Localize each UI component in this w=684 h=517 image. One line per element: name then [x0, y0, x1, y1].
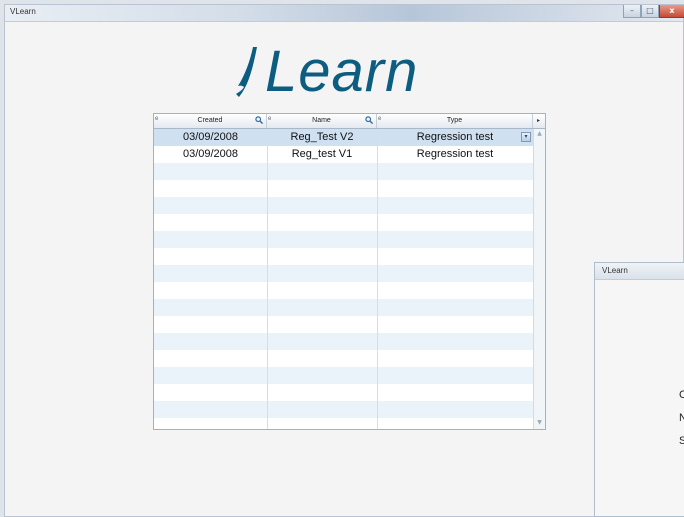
- sort-indicator[interactable]: e: [268, 114, 271, 126]
- empty-row: [154, 180, 534, 197]
- empty-row: [154, 282, 534, 299]
- cell-name: Reg_test V1: [291, 148, 353, 160]
- column-label: Created: [197, 117, 223, 124]
- title-bar[interactable]: VLearn – □ x: [5, 5, 684, 22]
- column-header-name[interactable]: e Name: [267, 114, 377, 128]
- sort-indicator[interactable]: e: [378, 114, 381, 126]
- empty-row: [154, 401, 534, 418]
- vertical-scrollbar[interactable]: ▲ ▼: [533, 129, 545, 429]
- table-body: 03/09/2008 Reg_Test V2 Regression test ▾…: [154, 129, 534, 429]
- table-header: e Created e Name e Type ▸: [154, 114, 545, 129]
- secondary-window-title: VLearn: [602, 266, 628, 275]
- table-row[interactable]: 03/09/2008 Reg_test V1 Regression test: [154, 146, 534, 163]
- empty-row: [154, 418, 534, 429]
- partial-text: C: [679, 389, 684, 401]
- window-title: VLearn: [10, 7, 36, 16]
- cell-name: Reg_Test V2: [290, 131, 354, 143]
- column-header-type[interactable]: e Type: [377, 114, 533, 128]
- chevron-down-icon[interactable]: ▾: [521, 132, 531, 142]
- partial-text: S: [679, 435, 684, 447]
- scroll-up-icon[interactable]: ▲: [535, 130, 544, 139]
- table-row[interactable]: 03/09/2008 Reg_Test V2 Regression test ▾: [154, 129, 534, 146]
- search-icon[interactable]: [255, 116, 263, 124]
- empty-row: [154, 231, 534, 248]
- column-header-created[interactable]: e Created: [154, 114, 267, 128]
- tests-table: e Created e Name e Type ▸ 03/09/2008 Reg…: [153, 113, 546, 430]
- window-controls: – □ x: [623, 5, 684, 19]
- checkmark-logo-icon: [236, 47, 257, 97]
- column-menu-button[interactable]: ▸: [532, 114, 545, 128]
- main-window: VLearn – □ x Learn e Created e Name e Ty…: [4, 4, 684, 517]
- cell-type: Regression test: [416, 148, 494, 160]
- partial-text: N: [679, 412, 684, 424]
- minimize-button[interactable]: –: [623, 5, 641, 18]
- empty-row: [154, 350, 534, 367]
- empty-row: [154, 299, 534, 316]
- maximize-button[interactable]: □: [641, 5, 659, 18]
- secondary-title-bar[interactable]: VLearn: [595, 263, 684, 280]
- cell-created: 03/09/2008: [182, 131, 239, 143]
- empty-row: [154, 367, 534, 384]
- secondary-window: VLearn C N S: [594, 262, 684, 517]
- empty-row: [154, 163, 534, 180]
- scroll-down-icon[interactable]: ▼: [535, 419, 544, 428]
- search-icon[interactable]: [365, 116, 373, 124]
- cell-created: 03/09/2008: [182, 148, 239, 160]
- empty-row: [154, 333, 534, 350]
- empty-row: [154, 214, 534, 231]
- column-divider: [377, 129, 378, 429]
- cell-type: Regression test: [416, 131, 494, 143]
- empty-row: [154, 265, 534, 282]
- close-button[interactable]: x: [659, 5, 684, 18]
- logo-text: Learn: [265, 39, 419, 104]
- column-divider: [267, 129, 268, 429]
- empty-row: [154, 316, 534, 333]
- sort-indicator[interactable]: e: [155, 114, 158, 126]
- empty-row: [154, 384, 534, 401]
- column-label: Type: [446, 117, 463, 124]
- column-label: Name: [312, 117, 331, 124]
- empty-row: [154, 248, 534, 265]
- empty-row: [154, 197, 534, 214]
